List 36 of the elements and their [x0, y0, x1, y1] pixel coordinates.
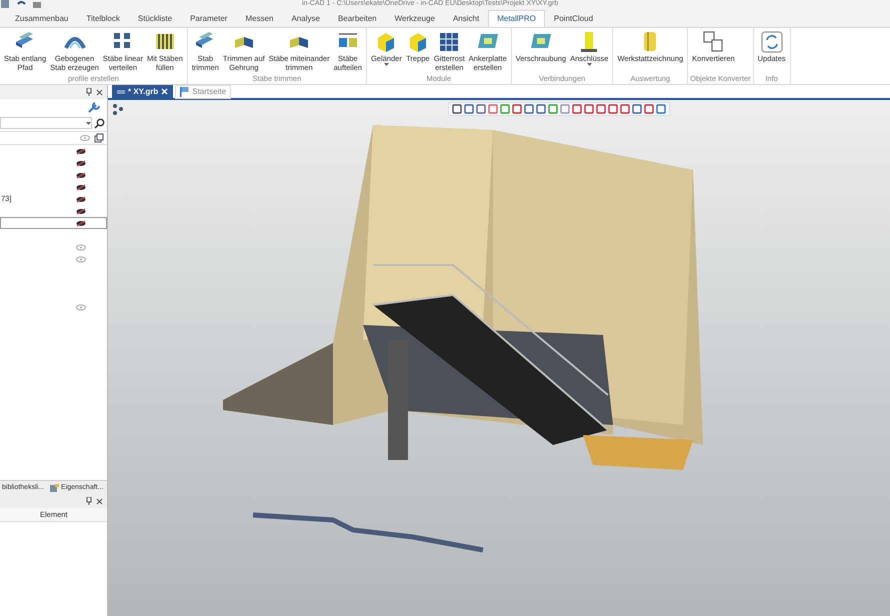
document-tab[interactable]: * XY.grb: [112, 84, 174, 98]
hidden-eye-icon[interactable]: [76, 220, 86, 226]
caret-icon: [86, 122, 91, 124]
pin-icon[interactable]: [86, 88, 92, 96]
flag-icon: [180, 86, 190, 96]
document-tab[interactable]: Startseite: [175, 84, 232, 98]
hidden-eye-icon[interactable]: [76, 184, 86, 190]
pin-icon[interactable]: [86, 497, 92, 505]
ribbon-tab[interactable]: Zusammenbau: [6, 10, 78, 27]
ribbon-tab[interactable]: PointCloud: [544, 10, 602, 27]
ribbon-tab[interactable]: Analyse: [282, 10, 329, 27]
ribbon-tab[interactable]: MetallPRO: [488, 10, 545, 27]
search-icon[interactable]: [94, 118, 105, 128]
ribbon-tab[interactable]: Werkzeuge: [386, 10, 444, 27]
close-icon[interactable]: [96, 498, 103, 504]
hidden-eye-icon[interactable]: [76, 208, 86, 214]
ribbon-tab[interactable]: Parameter: [181, 10, 236, 27]
ribbon-tab[interactable]: Ansicht: [444, 10, 488, 27]
search-field[interactable]: [0, 117, 92, 129]
hidden-eye-icon[interactable]: [76, 148, 86, 154]
ribbon-tab[interactable]: Bearbeiten: [328, 10, 386, 27]
wrench-icon[interactable]: [87, 101, 101, 113]
hidden-eye-icon[interactable]: [76, 196, 86, 202]
documents-icon: [701, 30, 726, 54]
refresh-icon: [760, 30, 784, 54]
document-icon: [117, 88, 125, 94]
close-icon[interactable]: [96, 88, 103, 96]
tree-row[interactable]: [0, 217, 107, 229]
ribbon-tab[interactable]: Titelblock: [77, 10, 129, 27]
properties-icon: [50, 484, 60, 492]
hidden-eye-icon[interactable]: [76, 172, 86, 178]
ribbon-tab[interactable]: Stückliste: [128, 10, 182, 27]
hidden-eye-icon[interactable]: [76, 160, 86, 166]
layers-icon[interactable]: [94, 133, 104, 143]
ribbon-tab[interactable]: Messen: [236, 10, 282, 27]
tree-toggle-icon[interactable]: [112, 103, 124, 115]
